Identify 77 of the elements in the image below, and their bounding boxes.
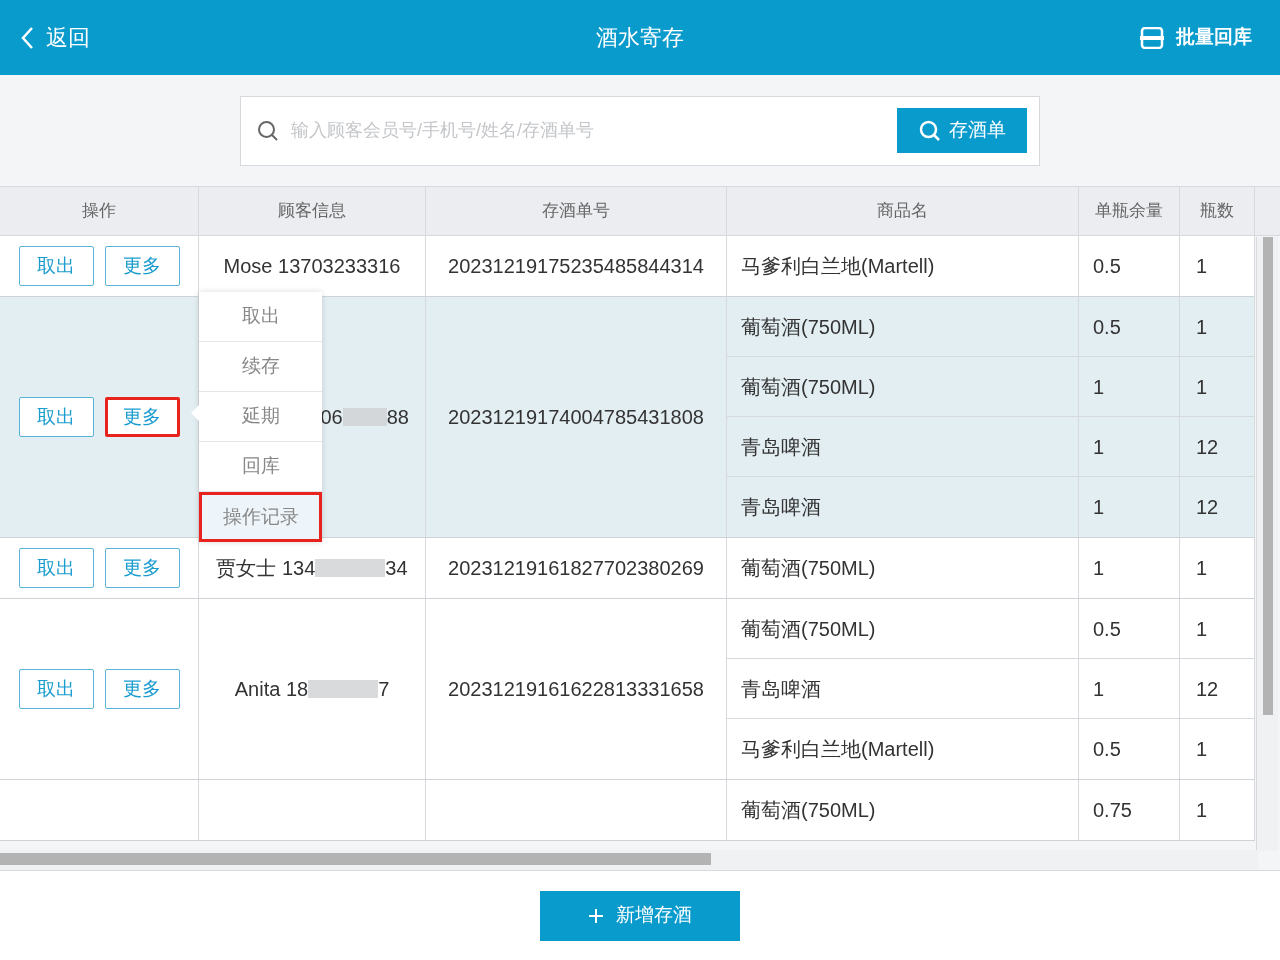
back-button[interactable]: 返回 [20, 21, 320, 54]
take-out-button[interactable]: 取出 [18, 397, 94, 437]
column-header: 商品名 [727, 187, 1079, 235]
product-name: 青岛啤酒 [741, 434, 821, 460]
remaining-amount: 0.75 [1093, 798, 1132, 823]
search-icon [257, 119, 279, 142]
product-name: 葡萄酒(750ML) [741, 556, 876, 581]
remaining-amount: 0.5 [1093, 254, 1121, 279]
product-name: 葡萄酒(750ML) [741, 798, 876, 823]
menu-item[interactable]: 操作记录 [199, 492, 322, 542]
bottle-count: 12 [1196, 434, 1219, 460]
batch-return-button[interactable]: 批量回库 [960, 23, 1260, 52]
remaining-amount: 0.5 [1093, 616, 1121, 642]
take-out-button[interactable]: 取出 [18, 246, 94, 286]
column-header: 顾客信息 [199, 187, 426, 235]
menu-item[interactable]: 续存 [199, 342, 322, 392]
more-button[interactable]: 更多 [104, 397, 180, 437]
more-button[interactable]: 更多 [104, 669, 180, 709]
product-name: 青岛啤酒 [741, 676, 821, 702]
menu-item[interactable]: 延期 [199, 392, 322, 442]
customer-info: 7 [378, 677, 390, 702]
vertical-scrollbar[interactable] [1256, 237, 1278, 851]
table-row[interactable]: 取出 更多 贾女士 134 34 20231219161827702380269 葡萄酒(750ML) 1 1 [0, 538, 1255, 599]
menu-pointer [191, 404, 200, 422]
column-header: 存酒单号 [426, 187, 727, 235]
horizontal-scrollbar[interactable] [0, 850, 1258, 870]
product-name: 马爹利白兰地(Martell) [741, 737, 935, 762]
remaining-amount: 1 [1093, 495, 1105, 520]
product-name: 青岛啤酒 [741, 495, 821, 520]
product-name: 马爹利白兰地(Martell) [741, 254, 935, 279]
order-number: 20231219175235485844314 [448, 254, 704, 279]
column-header: 操作 [0, 187, 199, 235]
customer-info: 06 [320, 405, 343, 430]
remaining-amount: 1 [1093, 434, 1105, 460]
column-header: 瓶数 [1180, 187, 1255, 235]
product-name: 葡萄酒(750ML) [741, 314, 876, 340]
search-icon [918, 119, 941, 142]
remaining-amount: 1 [1093, 676, 1105, 702]
customer-info: 88 [386, 405, 409, 430]
take-out-button[interactable]: 取出 [18, 548, 94, 588]
product-name: 葡萄酒(750ML) [741, 374, 876, 400]
search-field[interactable]: 输入顾客会员号/手机号/姓名/存酒单号 存酒单 [240, 95, 1040, 166]
customer-info: Mose 13703233316 [223, 254, 401, 279]
customer-info: 贾女士 134 [216, 556, 316, 581]
add-storage-button[interactable]: 新增存酒 [540, 890, 740, 941]
search-button[interactable]: 存酒单 [897, 108, 1027, 153]
bottle-count: 1 [1196, 374, 1208, 400]
remaining-amount: 1 [1093, 556, 1105, 581]
back-icon [20, 25, 34, 50]
bottle-count: 12 [1196, 676, 1219, 702]
customer-info: Anita 18 [234, 677, 309, 702]
bottle-count: 1 [1196, 556, 1208, 581]
order-number: 20231219161622813331658 [448, 677, 704, 702]
order-number: 20231219161827702380269 [448, 556, 704, 581]
remaining-amount: 1 [1093, 374, 1105, 400]
customer-info: 34 [385, 556, 408, 581]
menu-item[interactable]: 取出 [199, 292, 322, 342]
bottle-count: 1 [1196, 616, 1208, 642]
table-row[interactable]: 葡萄酒(750ML) 0.75 1 [0, 780, 1255, 841]
bottle-count: 12 [1196, 495, 1219, 520]
remaining-amount: 0.5 [1093, 314, 1121, 340]
table-row[interactable]: 取出 更多 Mose 13703233316 20231219175235485844314 马爹利白兰地(Martell) 0.5 1 [0, 236, 1255, 297]
bottle-count: 1 [1196, 314, 1208, 340]
product-name: 葡萄酒(750ML) [741, 616, 876, 642]
plus-icon [588, 907, 604, 924]
remaining-amount: 0.5 [1093, 737, 1121, 762]
more-button[interactable]: 更多 [104, 246, 180, 286]
column-header: 单瓶余量 [1079, 187, 1180, 235]
take-out-button[interactable]: 取出 [18, 669, 94, 709]
page-title: 酒水寄存 [595, 24, 685, 52]
bottle-count: 1 [1196, 254, 1208, 279]
bottle-count: 1 [1196, 798, 1208, 823]
order-number: 20231219174004785431808 [448, 405, 704, 430]
table-row[interactable]: 取出 更多 Anita 18 7 20231219161622813331658 葡萄酒(750ML) 0.5 1 青岛啤酒 1 12 马爹利白兰地(Martell) 0.5 1 [0, 599, 1255, 780]
scan-icon [1140, 26, 1164, 49]
more-button[interactable]: 更多 [104, 548, 180, 588]
bottle-count: 1 [1196, 737, 1208, 762]
